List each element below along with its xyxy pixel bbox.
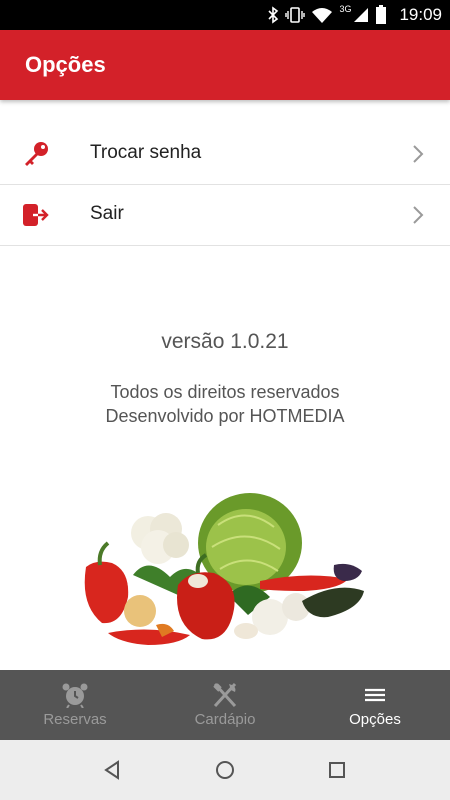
change-password-label: Trocar senha	[90, 142, 202, 163]
recent-apps-icon[interactable]	[327, 760, 347, 780]
status-time: 19:09	[399, 5, 442, 24]
chevron-right-icon	[413, 145, 424, 163]
tab-reservas[interactable]: Reservas	[0, 670, 150, 740]
tab-label: Cardápio	[194, 711, 256, 728]
logout-row[interactable]: Sair	[0, 185, 450, 246]
home-icon[interactable]	[215, 760, 235, 780]
signal-icon	[354, 8, 369, 22]
logout-label: Sair	[90, 203, 124, 224]
back-icon[interactable]	[103, 760, 123, 780]
options-list: Trocar senha Sair	[0, 124, 450, 246]
key-icon	[25, 142, 48, 166]
bottom-navigation: Reservas Cardápio Opções	[0, 670, 450, 740]
tab-cardapio[interactable]: Cardápio	[150, 670, 300, 740]
page-title: Opções	[25, 52, 106, 77]
network-type: 3G	[339, 4, 352, 14]
system-navigation-bar	[0, 740, 450, 800]
credits: Todos os direitos reservados Desenvolvid…	[0, 380, 450, 428]
status-bar: 3G 19:09	[0, 0, 450, 30]
fork-knife-icon	[213, 682, 237, 708]
vegetables-image	[84, 493, 364, 645]
vibrate-icon	[285, 7, 306, 23]
bluetooth-icon	[268, 6, 279, 24]
status-icons: 3G 19:09	[267, 0, 442, 30]
battery-icon	[376, 5, 387, 24]
menu-icon	[365, 688, 385, 702]
alarm-clock-icon	[62, 683, 88, 708]
tab-label: Reservas	[43, 711, 107, 728]
change-password-row[interactable]: Trocar senha	[0, 124, 450, 185]
tab-label: Opções	[349, 711, 401, 728]
developer-text: Desenvolvido por HOTMEDIA	[105, 406, 345, 426]
app-bar: Opções	[0, 30, 450, 100]
logout-icon	[23, 204, 49, 226]
chevron-right-icon	[413, 206, 424, 224]
wifi-icon	[312, 8, 333, 23]
rights-text: Todos os direitos reservados	[110, 382, 340, 402]
tab-opcoes[interactable]: Opções	[300, 670, 450, 740]
app-version: versão 1.0.21	[161, 330, 289, 353]
